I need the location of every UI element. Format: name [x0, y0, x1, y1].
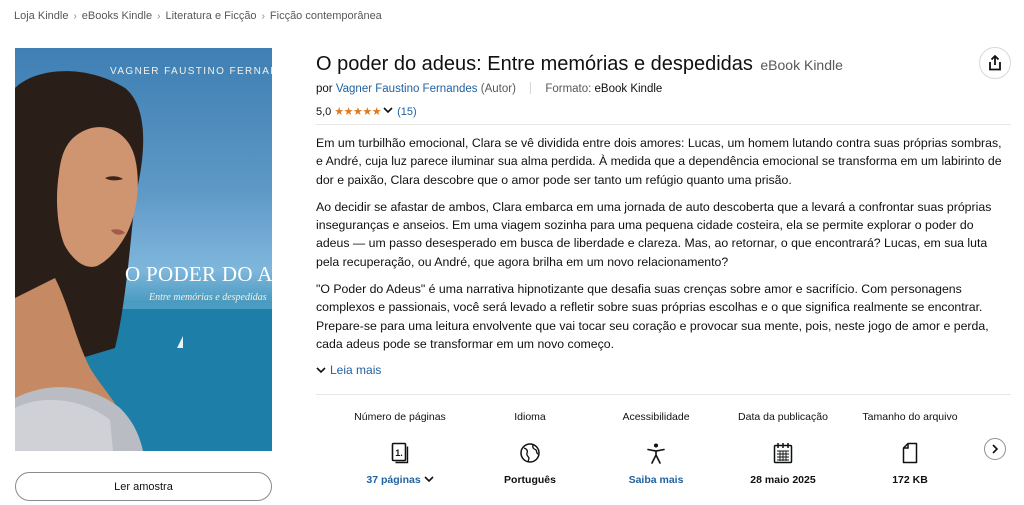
- chevron-down-icon: [424, 476, 434, 483]
- chevron-right-icon: ›: [261, 11, 265, 22]
- detail-label: Acessibilidade: [622, 411, 690, 423]
- chevron-right-icon: ›: [157, 11, 161, 22]
- detail-value-pages[interactable]: 37 páginas: [340, 474, 460, 486]
- rating-score: 5,0: [316, 105, 332, 118]
- share-button[interactable]: [979, 47, 1011, 79]
- breadcrumb-item-literatura[interactable]: Literatura e Ficção: [165, 10, 256, 22]
- cover-author-text: VAGNER FAUSTINO FERNANDES: [110, 66, 272, 77]
- cover-title-text: O PODER DO ADEUS: [125, 262, 272, 286]
- detail-value-date: 28 maio 2025: [750, 474, 816, 486]
- detail-label: Número de páginas: [354, 411, 446, 423]
- read-sample-button[interactable]: Ler amostra: [15, 472, 272, 501]
- author-role: (Autor): [480, 83, 516, 95]
- chevron-down-icon: [316, 363, 326, 377]
- description-paragraph: Ao decidir se afastar de ambos, Clara em…: [316, 199, 992, 269]
- chevron-right-icon: ›: [73, 11, 77, 22]
- product-title: O poder do adeus: Entre memórias e despe…: [316, 53, 753, 75]
- breadcrumb: Loja Kindle › eBooks Kindle › Literatura e F…: [14, 10, 382, 22]
- byline-divider: [530, 82, 532, 94]
- globe-icon: [470, 437, 590, 469]
- book-pages-icon: 1.: [340, 437, 460, 469]
- breadcrumb-item-loja-kindle[interactable]: Loja Kindle: [14, 10, 68, 22]
- rating-summary[interactable]: 5,0 ★★★★★ (15): [316, 105, 417, 119]
- file-icon: [850, 437, 970, 469]
- author-link[interactable]: Vagner Faustino Fernandes: [336, 83, 478, 95]
- breadcrumb-item-ficcao-contemporanea[interactable]: Ficção contemporânea: [270, 10, 382, 22]
- divider: [316, 124, 1011, 125]
- detail-value-language: Português: [504, 474, 556, 486]
- detail-label: Data da publicação: [738, 411, 828, 423]
- chevron-down-icon: [383, 106, 393, 117]
- learn-more-link[interactable]: Saiba mais: [596, 474, 716, 486]
- share-icon: [989, 55, 1001, 71]
- cover-subtitle-text: Entre memórias e despedidas: [149, 292, 267, 303]
- detail-language: Idioma Português: [470, 402, 590, 486]
- breadcrumb-item-ebooks-kindle[interactable]: eBooks Kindle: [82, 10, 152, 22]
- detail-value-file-size: 172 KB: [892, 474, 928, 486]
- read-more-link[interactable]: Leia mais: [316, 363, 381, 377]
- product-details-carousel: Número de páginas 1. 37 páginas Idioma P…: [340, 402, 980, 497]
- description-paragraph: "O Poder do Adeus" é uma narrativa hipno…: [316, 282, 989, 351]
- description-paragraph: Em um turbilhão emocional, Clara se vê d…: [316, 136, 1002, 187]
- rating-count-link[interactable]: (15): [397, 106, 417, 118]
- byline: por Vagner Faustino Fernandes (Autor) Fo…: [316, 82, 662, 95]
- product-title-row: O poder do adeus: Entre memórias e despe…: [316, 53, 843, 76]
- format-label: Formato:: [545, 83, 592, 95]
- detail-value-text: 37 páginas: [366, 474, 421, 486]
- book-description: Em um turbilhão emocional, Clara se vê d…: [316, 134, 1010, 362]
- product-format-tag: eBook Kindle: [760, 57, 843, 73]
- divider: [316, 394, 1011, 395]
- calendar-icon: [723, 437, 843, 469]
- detail-publication-date: Data da publicação 28 maio 2025: [723, 402, 843, 486]
- detail-file-size: Tamanho do arquivo 172 KB: [850, 402, 970, 486]
- by-prefix: por: [316, 83, 333, 95]
- book-cover-image[interactable]: VAGNER FAUSTINO FERNANDES O PODER DO ADE…: [15, 48, 272, 451]
- chevron-right-icon: [992, 444, 999, 454]
- format-value: eBook Kindle: [594, 83, 663, 95]
- svg-text:1.: 1.: [395, 448, 403, 458]
- detail-pages: Número de páginas 1. 37 páginas: [340, 402, 460, 486]
- carousel-next-button[interactable]: [984, 438, 1006, 460]
- detail-label: Tamanho do arquivo: [862, 411, 958, 423]
- cover-illustration: [15, 71, 272, 451]
- accessibility-icon: [596, 437, 716, 469]
- star-rating-icon: ★★★★★: [334, 106, 382, 118]
- read-more-label: Leia mais: [330, 363, 382, 377]
- detail-accessibility: Acessibilidade Saiba mais: [596, 402, 716, 486]
- detail-label: Idioma: [514, 411, 546, 423]
